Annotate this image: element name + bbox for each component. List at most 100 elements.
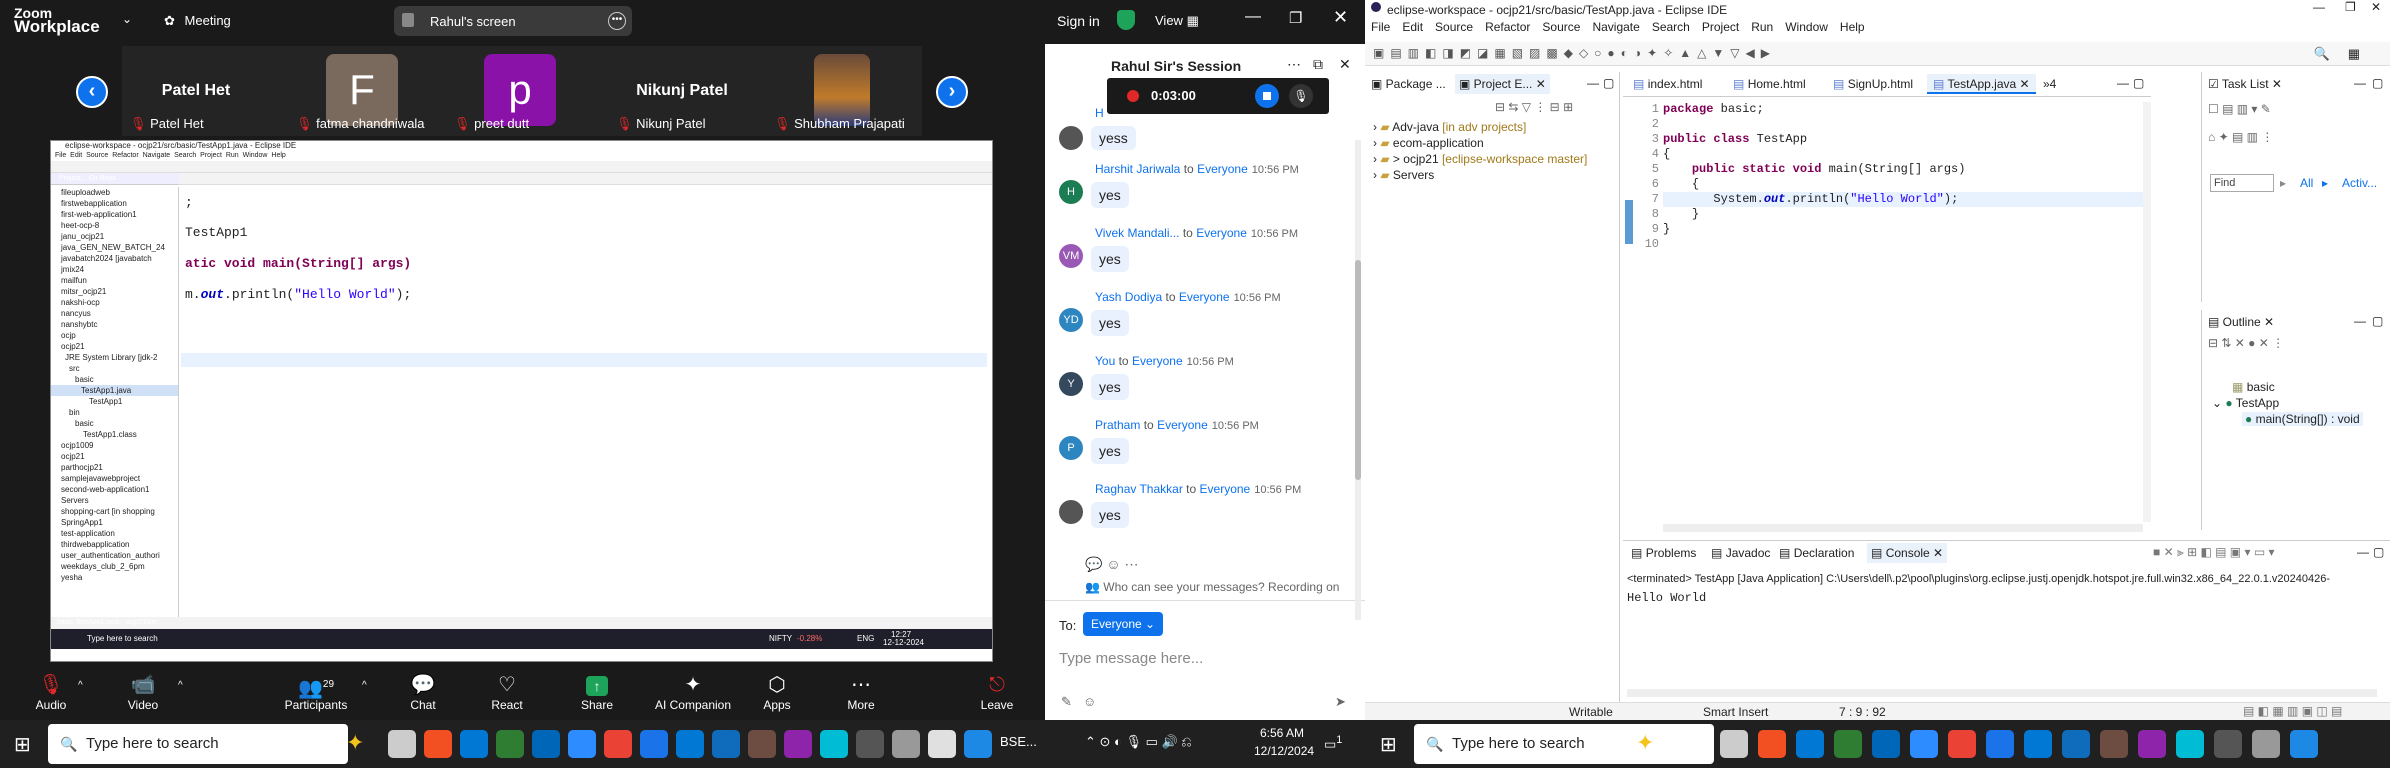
participant-tile[interactable]: F 🎙 fatma chandniwala: [292, 48, 432, 134]
participant-tile[interactable]: 🎙 Shubham Prajapati: [770, 48, 910, 134]
console-h-scrollbar[interactable]: [1627, 689, 2377, 697]
editor-tab[interactable]: ▤ TestApp.java ✕: [1927, 74, 2036, 94]
outline-item[interactable]: ▦ basic: [2232, 380, 2275, 394]
taskbar-app-icon[interactable]: [712, 730, 740, 758]
taskbar-app-icon[interactable]: [2024, 730, 2052, 758]
close-chat-icon[interactable]: ✕: [1339, 56, 1351, 73]
taskbar-app-icon[interactable]: [2214, 730, 2242, 758]
ai-companion-button[interactable]: ✦ AI Companion: [648, 672, 738, 712]
view-button[interactable]: View ▦: [1155, 13, 1199, 29]
taskbar-app-icon[interactable]: [2100, 730, 2128, 758]
audio-button[interactable]: 🎙 Audio: [16, 672, 86, 712]
status-icons[interactable]: ▤ ◧ ▦ ▥ ▣ ◫ ▤: [2243, 704, 2342, 718]
participant-tile[interactable]: Patel Het 🎙 Patel Het: [126, 48, 266, 134]
tab-package-explorer[interactable]: ▣ Package ...: [1371, 74, 1446, 94]
leave-button[interactable]: ⎋ Leave: [962, 672, 1032, 712]
audio-options-chevron[interactable]: ^: [78, 680, 83, 691]
task-filter-icons[interactable]: ⌂ ✦ ▤ ▥ ⋮: [2208, 130, 2273, 144]
maximize-view-icon[interactable]: ▢: [1603, 76, 1614, 90]
taskbar-app-icon[interactable]: [748, 730, 776, 758]
maximize-view-icon[interactable]: ▢: [2372, 76, 2383, 90]
windows-start-icon[interactable]: ⊞: [1380, 732, 1397, 757]
bottom-tab[interactable]: ▤ Javadoc: [1707, 543, 1774, 563]
more-tabs[interactable]: »4: [2043, 74, 2056, 94]
minimize-view-icon[interactable]: —: [2357, 545, 2369, 559]
taskbar-app-icon[interactable]: [2290, 730, 2318, 758]
taskbar-app-icon[interactable]: [964, 730, 992, 758]
project-item[interactable]: › ▰ Adv-java [in adv projects]: [1373, 120, 1587, 136]
maximize-view-icon[interactable]: ▢: [2373, 545, 2384, 559]
chat-button[interactable]: 💬 Chat: [388, 672, 458, 712]
menu-item[interactable]: Help: [1840, 20, 1865, 34]
taskbar-app-icon[interactable]: [784, 730, 812, 758]
taskbar-app-icon[interactable]: [1986, 730, 2014, 758]
react-button[interactable]: ♡ React: [472, 672, 542, 712]
taskbar-app-icon[interactable]: [640, 730, 668, 758]
popout-icon[interactable]: ⧉: [1313, 56, 1323, 73]
security-shield-icon[interactable]: [1117, 10, 1135, 30]
minimize-view-icon[interactable]: —: [1587, 76, 1599, 90]
bottom-tab[interactable]: ▤ Declaration: [1775, 543, 1858, 563]
more-options-icon[interactable]: •••: [608, 12, 626, 30]
editor-tab[interactable]: ▤ SignUp.html: [1827, 74, 1919, 94]
taskbar-app-icon[interactable]: [460, 730, 488, 758]
video-options-chevron[interactable]: ^: [178, 680, 183, 691]
menu-item[interactable]: Edit: [1402, 20, 1423, 34]
clock-time[interactable]: 6:56 AM: [1260, 726, 1304, 740]
taskbar-app-icon[interactable]: [604, 730, 632, 758]
project-item[interactable]: › ▰ ecom-application: [1373, 136, 1587, 152]
maximize-editor-icon[interactable]: ▢: [2133, 76, 2144, 90]
menu-item[interactable]: Search: [1652, 20, 1690, 34]
task-find-input[interactable]: Find: [2210, 174, 2274, 192]
perspective-icon[interactable]: ▦: [2348, 46, 2360, 62]
meeting-info[interactable]: ✿ Meeting: [164, 13, 231, 29]
share-button[interactable]: ↑ Share: [562, 672, 632, 712]
taskbar-app-icon[interactable]: [1720, 730, 1748, 758]
toolbar-icons[interactable]: ▣▤▥◧◨◩◪▦▧▨▩◆◇○●◐◑✦✧▲△▼▽◀▶: [1373, 46, 1776, 60]
taskbar-app-icon[interactable]: [892, 730, 920, 758]
taskbar-app-icon[interactable]: [820, 730, 848, 758]
taskbar-app-icon[interactable]: [1758, 730, 1786, 758]
outline-item[interactable]: ⌄ ● TestApp: [2212, 396, 2279, 410]
tab-outline[interactable]: ▤ Outline ✕: [2208, 312, 2274, 332]
editor-tab[interactable]: ▤ Home.html: [1727, 74, 1812, 94]
notification-icon[interactable]: ▭1: [1324, 734, 1342, 752]
taskbar-app-icon[interactable]: [2138, 730, 2166, 758]
taskbar-app-icon[interactable]: [496, 730, 524, 758]
taskbar-app-icon[interactable]: [424, 730, 452, 758]
maximize-icon[interactable]: ❐: [2345, 0, 2356, 14]
close-icon[interactable]: ✕: [1333, 7, 1348, 28]
taskbar-app-icon[interactable]: [532, 730, 560, 758]
visibility-note[interactable]: 👥 Who can see your messages? Recording o…: [1085, 580, 1339, 594]
minimize-view-icon[interactable]: —: [2354, 76, 2366, 90]
sign-in-button[interactable]: Sign in: [1057, 13, 1100, 29]
chat-scrollbar[interactable]: [1355, 140, 1361, 620]
taskbar-app-icon[interactable]: [1910, 730, 1938, 758]
editor-v-scrollbar[interactable]: [2143, 102, 2151, 522]
minimize-editor-icon[interactable]: —: [2117, 76, 2129, 90]
menu-item[interactable]: Project: [1702, 20, 1739, 34]
more-icon[interactable]: ⋯: [1287, 56, 1301, 73]
participants-options-chevron[interactable]: ^: [362, 680, 367, 691]
send-icon[interactable]: ➤: [1335, 694, 1346, 710]
minimize-view-icon[interactable]: —: [2354, 314, 2366, 328]
taskbar-app-icon[interactable]: [1796, 730, 1824, 758]
tab-project-explorer[interactable]: ▣ Project E... ✕: [1455, 74, 1550, 94]
taskbar-app-icon[interactable]: [568, 730, 596, 758]
project-item[interactable]: › ▰ Servers: [1373, 168, 1587, 184]
editor-tab[interactable]: ▤ index.html: [1627, 74, 1708, 94]
search-icon[interactable]: 🔍: [2314, 46, 2330, 62]
code-editor[interactable]: package basic; public class TestApp { pu…: [1663, 102, 2149, 237]
chevron-down-icon[interactable]: ⌄: [122, 12, 132, 26]
bottom-tab[interactable]: ▤ Console ✕: [1867, 543, 1948, 563]
taskbar-app-icon[interactable]: [2252, 730, 2280, 758]
activate-link[interactable]: Activ...: [2342, 176, 2377, 190]
bottom-tab[interactable]: ▤ Problems: [1627, 543, 1700, 563]
tab-task-list[interactable]: ☑ Task List ✕: [2208, 74, 2282, 94]
view-toolbar-icons[interactable]: ⊟ ⇆ ▽ ⋮ ⊟ ⊞: [1495, 100, 1573, 114]
clock-date[interactable]: 12/12/2024: [1254, 744, 1314, 758]
market-ticker[interactable]: BSE...: [1000, 734, 1037, 749]
maximize-view-icon[interactable]: ▢: [2372, 314, 2383, 328]
all-link[interactable]: All: [2300, 176, 2313, 190]
more-button[interactable]: ⋯ More: [826, 672, 896, 712]
